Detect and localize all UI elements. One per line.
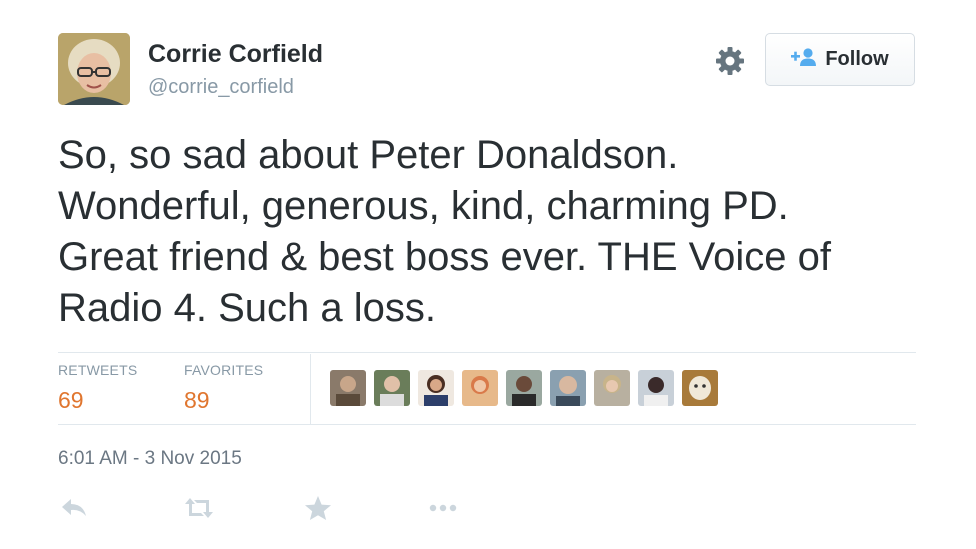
retweets-count: 69 [58,387,84,413]
favoriters-avatars [330,370,718,406]
divider-top [58,352,916,353]
favoriter-avatar[interactable] [506,370,542,406]
reply-icon[interactable] [60,495,90,521]
favoriter-avatar[interactable] [682,370,718,406]
retweets-stat[interactable]: RETWEETS 69 [58,362,137,414]
author-name[interactable]: Corrie Corfield [148,40,323,69]
tweet-text-line: So, so sad about Peter Donaldson. [58,133,679,177]
favorites-count: 89 [184,387,210,413]
author-avatar[interactable] [58,33,130,105]
add-user-icon [791,47,817,72]
follow-button[interactable]: Follow [765,33,915,86]
author-handle[interactable]: @corrie_corfield [148,76,294,99]
favorite-star-icon[interactable] [303,495,333,521]
tweet-text: So, so sad about Peter Donaldson. Wonder… [58,130,938,334]
favoriter-avatar[interactable] [594,370,630,406]
tweet-text-line: Great friend & best boss ever. THE Voice… [58,235,831,279]
divider-bottom [58,424,916,425]
favoriter-avatar[interactable] [638,370,674,406]
tweet-text-line: Wonderful, generous, kind, charming PD. [58,184,789,228]
gear-icon[interactable] [714,45,746,77]
favoriter-avatar[interactable] [550,370,586,406]
more-icon[interactable] [428,495,458,521]
favorites-label: FAVORITES [184,362,264,378]
favoriter-avatar[interactable] [462,370,498,406]
stats-separator [310,354,311,424]
retweets-label: RETWEETS [58,362,138,378]
tweet-card: Corrie Corfield @corrie_corfield Follow … [0,0,976,549]
follow-label: Follow [825,48,889,70]
tweet-timestamp[interactable]: 6:01 AM - 3 Nov 2015 [58,448,242,470]
tweet-text-line: Radio 4. Such a loss. [58,286,436,330]
retweet-icon[interactable] [184,495,214,521]
favoriter-avatar[interactable] [330,370,366,406]
favoriter-avatar[interactable] [374,370,410,406]
favorites-stat[interactable]: FAVORITES 89 [184,362,263,414]
favoriter-avatar[interactable] [418,370,454,406]
